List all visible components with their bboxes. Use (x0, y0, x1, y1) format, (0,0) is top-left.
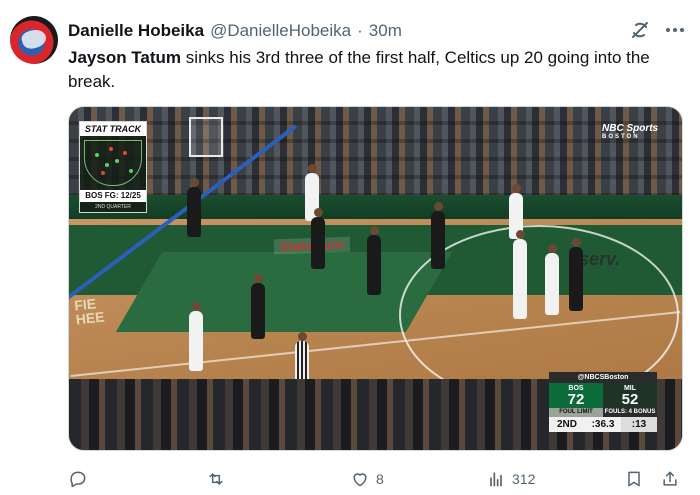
floor-brand: serv. (579, 249, 621, 269)
timestamp[interactable]: 30m (369, 21, 402, 41)
player (251, 274, 265, 339)
network-logo: NBC Sports BOSTON (602, 123, 658, 140)
share-icon (663, 471, 677, 486)
player (545, 244, 559, 315)
handle[interactable]: @DanielleHobeika (210, 21, 351, 41)
video-player[interactable]: StateFarm serv. FIE HEE STAT TRACK (68, 106, 683, 451)
shot-chart (84, 140, 142, 186)
network-logo-sub: BOSTON (602, 134, 640, 140)
tweet-text: Jayson Tatum sinks his 3rd three of the … (68, 46, 678, 94)
stat-track-title: STAT TRACK (80, 122, 146, 136)
court-word-2: HEE (74, 308, 106, 328)
stat-track-sub: 2ND QUARTER (95, 204, 131, 210)
player-shooter (513, 230, 527, 319)
views-count: 312 (512, 471, 536, 487)
scorebug-away: MIL 52 (603, 383, 657, 408)
game-clock: :36.3 (591, 419, 615, 430)
scorebug-home: BOS 72 (549, 383, 603, 408)
scorebug-source: @NBCSBoston (549, 372, 657, 383)
court-wordmark: FIE HEE (74, 295, 106, 328)
shot-clock: :13 (621, 417, 657, 432)
away-fouls: FOULS: 4 BONUS (603, 408, 657, 417)
tweet-text-lead: Jayson Tatum (68, 48, 182, 67)
stat-track-line: BOS FG: 12/25 (80, 190, 146, 202)
home-fouls: FOUL LIMIT (549, 408, 603, 417)
like-count: 8 (376, 471, 384, 487)
like-button[interactable]: 8 (350, 468, 384, 490)
period: 2ND (556, 419, 577, 430)
share-button[interactable] (660, 468, 680, 490)
away-score: 52 (621, 390, 639, 408)
home-score: 72 (567, 390, 585, 408)
player (367, 226, 381, 295)
stat-track-graphic: STAT TRACK BOS FG: 12/25 2ND QUARTER (79, 121, 147, 213)
player (189, 302, 203, 371)
player (569, 238, 583, 311)
backboard (189, 117, 223, 157)
repost-icon (209, 473, 223, 485)
views-button[interactable]: 312 (486, 468, 535, 490)
repost-button[interactable] (206, 468, 232, 490)
more-icon[interactable] (664, 20, 686, 40)
like-icon (353, 473, 367, 487)
network-logo-text: NBC Sports (602, 123, 659, 134)
grok-icon[interactable] (628, 18, 652, 42)
display-name[interactable]: Danielle Hobeika (68, 21, 204, 41)
tweet-header: Danielle Hobeika @DanielleHobeika · 30m (68, 20, 402, 42)
avatar[interactable] (10, 16, 58, 64)
bookmark-button[interactable] (624, 468, 644, 490)
reply-icon (70, 471, 86, 488)
separator-dot: · (357, 21, 363, 40)
scorebug: @NBCSBoston BOS 72 MIL 52 FOUL LIMIT FOU… (549, 372, 657, 434)
reply-button[interactable] (68, 468, 94, 490)
views-icon (490, 472, 502, 487)
action-bar: 8 312 (0, 466, 700, 492)
bookmark-icon (628, 471, 640, 487)
referee (187, 178, 201, 237)
player (311, 208, 325, 269)
tweet: Danielle Hobeika @DanielleHobeika · 30m … (0, 0, 700, 495)
player (431, 202, 445, 269)
